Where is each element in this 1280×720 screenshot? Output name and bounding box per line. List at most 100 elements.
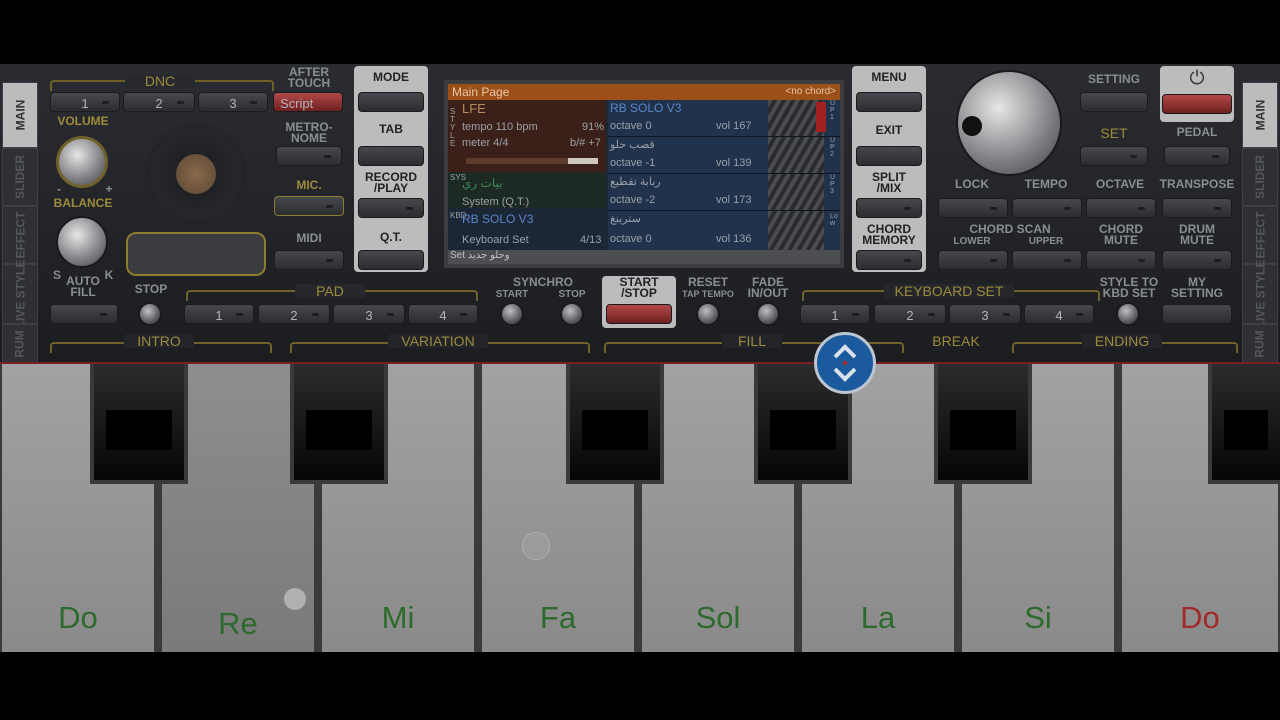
black-key-fa-sharp[interactable]	[566, 364, 664, 484]
black-key-la-sharp[interactable]	[934, 364, 1032, 484]
midi-button[interactable]	[274, 250, 344, 270]
side-tab-effect-left[interactable]: EFFECT	[2, 206, 38, 264]
chord-mute-button[interactable]	[1086, 250, 1156, 270]
pedal-button[interactable]	[1164, 146, 1230, 166]
side-tab-live-style-left[interactable]: LIVE STYLE	[2, 260, 38, 328]
balance-knob[interactable]	[56, 216, 108, 268]
tab-button[interactable]	[358, 146, 424, 166]
kbd-set-button-4[interactable]: 4	[1024, 304, 1094, 324]
menu-button[interactable]	[856, 92, 922, 112]
stop-knob[interactable]	[138, 302, 162, 326]
start-stop-button[interactable]	[606, 304, 672, 324]
part-low[interactable]: سترينغ octave 0 vol 136 Low	[608, 211, 840, 250]
setting-label: SETTING	[1087, 72, 1140, 86]
kbd-set-button-1[interactable]: 1	[800, 304, 870, 324]
part-up2-tag: UP2	[830, 137, 836, 158]
balance-plus: +	[105, 182, 113, 196]
mic-button[interactable]	[274, 196, 344, 216]
black-key-re-sharp[interactable]	[290, 364, 388, 484]
part-low-name: سترينغ	[610, 213, 641, 225]
beat-bar	[466, 158, 598, 164]
tempo-button[interactable]	[1012, 198, 1082, 218]
dnc-button-3[interactable]: 3	[198, 92, 268, 112]
side-kbd-label: KBD	[450, 212, 466, 220]
exit-button[interactable]	[856, 146, 922, 166]
part-up1-active	[816, 102, 826, 132]
pad-button-1[interactable]: 1	[184, 304, 254, 324]
fill-label: FILL	[722, 334, 782, 348]
side-tab-rum-left[interactable]: RUM	[2, 324, 38, 364]
stop-label: STOP	[134, 282, 168, 296]
mode-button[interactable]	[358, 92, 424, 112]
jog-wheel[interactable]	[146, 124, 246, 224]
metronome-button[interactable]	[276, 146, 342, 166]
octave-button[interactable]	[1086, 198, 1156, 218]
side-tab-rum-right[interactable]: RUM	[1242, 324, 1278, 364]
my-setting-button[interactable]	[1162, 304, 1232, 324]
chord-memory-label: CHORD MEMORY	[862, 222, 916, 247]
pad-button-2[interactable]: 2	[258, 304, 330, 324]
mic-label: MIC.	[296, 178, 322, 192]
set-label: SET	[1100, 125, 1128, 141]
side-style-label: STYLE	[450, 107, 456, 148]
qt-button[interactable]	[358, 250, 424, 270]
kbd-set-button-3[interactable]: 3	[949, 304, 1021, 324]
transpose-label: TRANSPOSE	[1159, 177, 1235, 191]
split-mix-button[interactable]	[856, 198, 922, 218]
part-up2-vol: vol 139	[716, 157, 752, 169]
part-up1-octave: octave 0	[610, 120, 652, 132]
chord-indicator: <no chord>	[785, 86, 836, 97]
script-button[interactable]: Script	[273, 92, 343, 112]
fade-knob[interactable]	[756, 302, 780, 326]
my-setting-label: MY SETTING	[1170, 275, 1223, 300]
synchro-stop-knob[interactable]	[560, 302, 584, 326]
volume-knob[interactable]	[56, 136, 108, 188]
tempo-label: TEMPO	[1024, 177, 1068, 191]
keyboard-set-label-text: Keyboard Set	[462, 234, 529, 246]
chord-memory-button[interactable]	[856, 250, 922, 270]
set-button[interactable]	[1080, 146, 1148, 166]
style-to-kbd-knob[interactable]	[1116, 302, 1140, 326]
side-tab-live-style-right[interactable]: LIVE STYLE	[1242, 260, 1278, 328]
touch-indicator	[522, 532, 550, 560]
black-key-do-sharp-high[interactable]	[1208, 364, 1280, 484]
side-tab-slider-left[interactable]: SLIDER	[2, 148, 38, 206]
pad-label: PAD	[295, 284, 365, 298]
dnc-button-1[interactable]: 1	[50, 92, 120, 112]
power-button[interactable]	[1162, 94, 1232, 114]
side-tab-slider-right[interactable]: SLIDER	[1242, 148, 1278, 206]
synchro-start-knob[interactable]	[500, 302, 524, 326]
dial-indicator	[962, 116, 982, 136]
part-up3[interactable]: ربابة تقطيع octave -2 vol 173 UP3	[608, 174, 840, 211]
instrument-thumbnail-icon	[768, 211, 824, 250]
part-up1-name: RB SOLO V3	[610, 101, 682, 115]
pad-button-3[interactable]: 3	[333, 304, 405, 324]
keyboard-resize-handle[interactable]	[814, 332, 876, 394]
record-play-label: RECORD /PLAY	[364, 170, 417, 195]
touch-pad[interactable]	[126, 232, 266, 276]
tab-label: TAB	[379, 122, 403, 136]
setting-button[interactable]	[1080, 92, 1148, 112]
part-up3-tag: UP3	[830, 174, 836, 195]
part-up2[interactable]: قصب حلو octave -1 vol 139 UP2	[608, 137, 840, 174]
kbd-set-button-2[interactable]: 2	[874, 304, 946, 324]
side-tab-main-right[interactable]: MAIN	[1242, 82, 1278, 148]
side-tab-effect-right[interactable]: EFFECT	[1242, 206, 1278, 264]
dnc-button-2[interactable]: 2	[123, 92, 195, 112]
split-mix-label: SPLIT /MIX	[871, 170, 906, 195]
chord-scan-lower-button[interactable]	[938, 250, 1008, 270]
power-icon[interactable]: ⏻	[1186, 68, 1208, 90]
auto-fill-button[interactable]	[50, 304, 118, 324]
chord-scan-upper-button[interactable]	[1012, 250, 1082, 270]
black-key-do-sharp[interactable]	[90, 364, 188, 484]
tempo-text: tempo 110 bpm	[462, 121, 538, 133]
part-up1[interactable]: RB SOLO V3 octave 0 vol 167 UP1	[608, 100, 840, 137]
transpose-button[interactable]	[1162, 198, 1232, 218]
record-play-button[interactable]	[358, 198, 424, 218]
intro-label: INTRO	[124, 334, 194, 348]
drum-mute-button[interactable]	[1162, 250, 1232, 270]
side-tab-main-left[interactable]: MAIN	[2, 82, 38, 148]
lock-button[interactable]	[938, 198, 1008, 218]
pad-button-4[interactable]: 4	[408, 304, 478, 324]
reset-knob[interactable]	[696, 302, 720, 326]
